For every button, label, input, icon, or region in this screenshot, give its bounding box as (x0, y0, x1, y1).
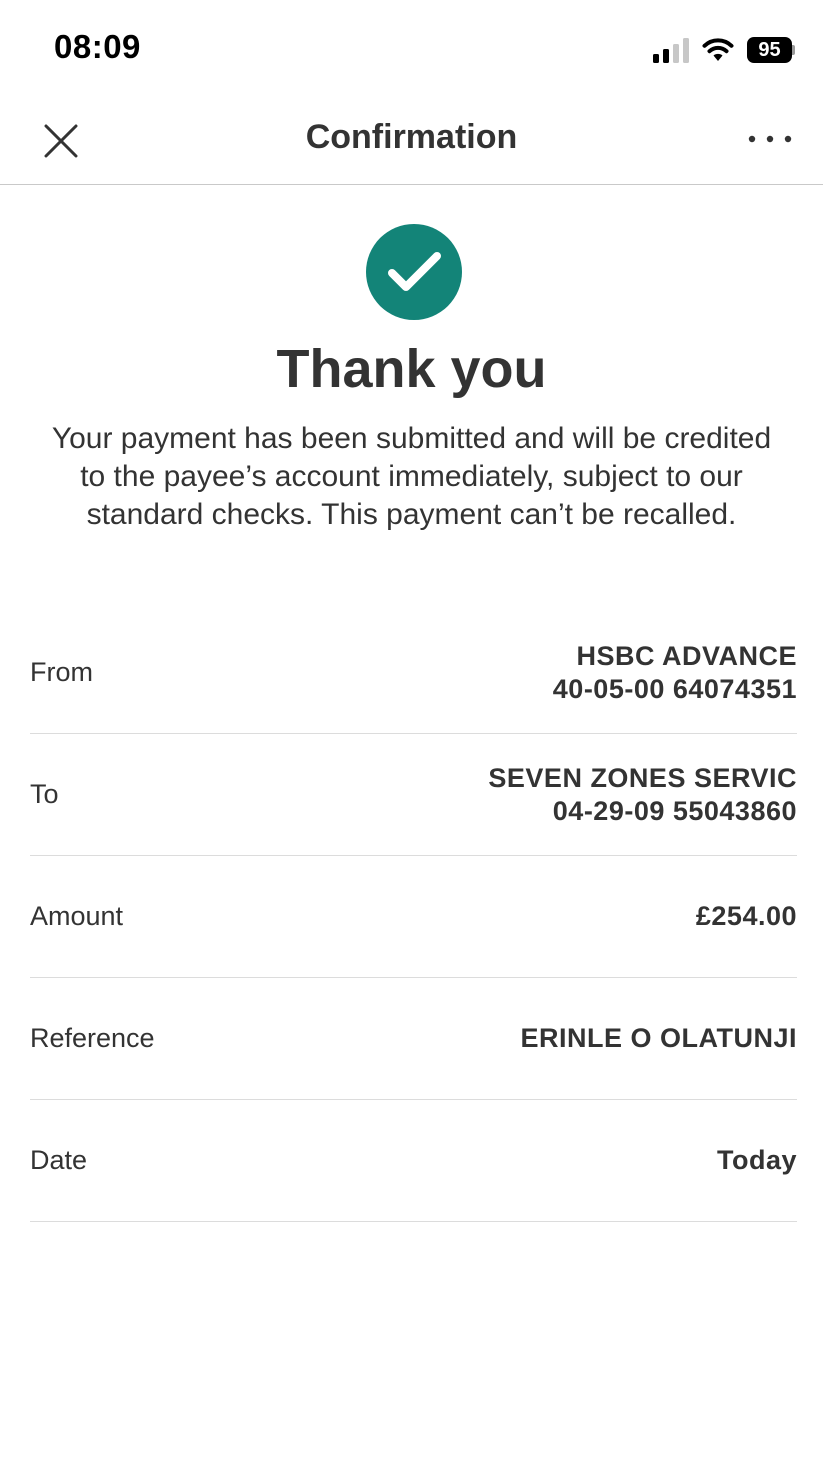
payment-details: From HSBC ADVANCE 40-05-00 64074351 To S… (30, 612, 797, 1222)
confirmation-message: Your payment has been submitted and will… (51, 422, 772, 531)
status-icons: 95 (653, 34, 795, 66)
wifi-icon (702, 38, 734, 61)
payee-account-number: 04-29-09 55043860 (552, 795, 797, 826)
detail-row-from: From HSBC ADVANCE 40-05-00 64074351 (30, 612, 797, 734)
confirmation-heading: Thank you (276, 339, 547, 399)
detail-value: SEVEN ZONES SERVIC 04-29-09 55043860 (488, 762, 797, 828)
battery-level: 95 (747, 37, 792, 63)
nav-bar: Confirmation (0, 96, 823, 185)
from-account-number: 40-05-00 64074351 (552, 673, 797, 704)
checkmark-icon (388, 252, 441, 291)
from-account-name: HSBC ADVANCE (576, 640, 797, 671)
detail-label: Reference (30, 1023, 155, 1053)
payee-name: SEVEN ZONES SERVIC (488, 762, 797, 793)
date-value: Today (716, 1145, 797, 1175)
detail-label: To (30, 779, 59, 809)
more-options-icon (748, 135, 792, 143)
detail-value: HSBC ADVANCE 40-05-00 64074351 (553, 640, 797, 706)
status-bar: 08:09 95 (0, 0, 823, 96)
status-time: 08:09 (54, 28, 141, 65)
more-options-button[interactable] (747, 126, 793, 152)
detail-row-date: Date Today (30, 1100, 797, 1222)
success-badge (366, 224, 462, 320)
detail-row-to: To SEVEN ZONES SERVIC 04-29-09 55043860 (30, 734, 797, 856)
page-title: Confirmation (305, 118, 518, 156)
reference-value: ERINLE O OLATUNJI (520, 1023, 797, 1053)
payment-confirmation-screen: 08:09 95 Confirmation Thank you Your pay… (0, 0, 823, 1476)
battery-cap (792, 45, 795, 55)
signal-icon (653, 37, 689, 63)
battery-icon: 95 (747, 37, 795, 63)
detail-label: Amount (30, 901, 124, 931)
detail-row-amount: Amount £254.00 (30, 856, 797, 978)
detail-row-reference: Reference ERINLE O OLATUNJI (30, 978, 797, 1100)
amount-value: £254.00 (695, 901, 797, 931)
detail-label: Date (30, 1145, 88, 1175)
detail-label: From (30, 657, 93, 687)
